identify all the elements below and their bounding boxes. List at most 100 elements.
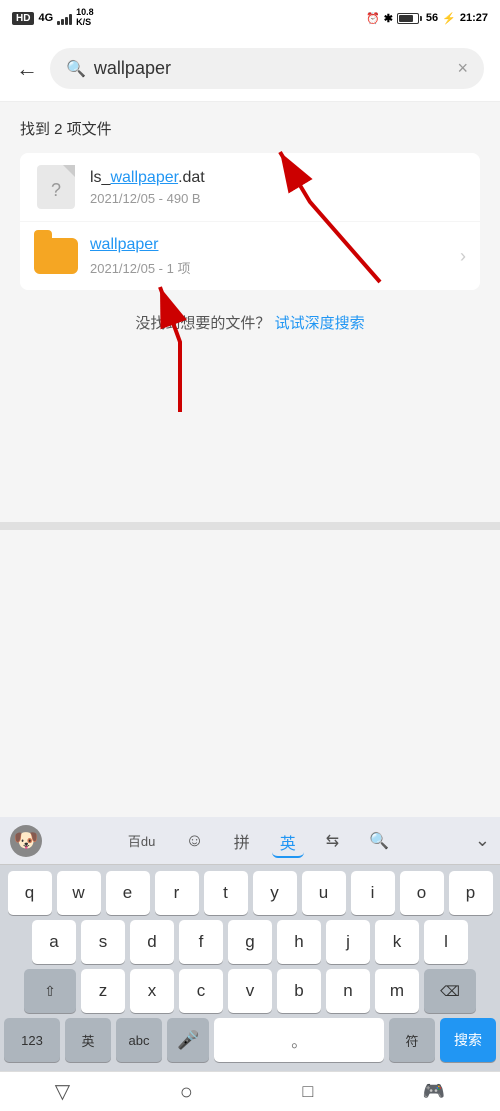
battery-percent: 56 — [426, 12, 438, 24]
bottom-nav: ▽ ○ □ 🎮 — [0, 1071, 500, 1111]
toolbar-left: 🐶 — [10, 825, 42, 857]
keyboard-avatar: 🐶 — [10, 825, 42, 857]
status-left: HD 4G 10.8K/S — [12, 8, 94, 28]
game-icon[interactable]: 🎮 — [423, 1081, 445, 1102]
avatar-icon: 🐶 — [14, 828, 39, 853]
key-row-2: a s d f g h j k l — [4, 920, 496, 964]
key-space[interactable]: 。 — [214, 1018, 384, 1062]
key-row-3: ⇧ z x c v b n m ⌫ — [4, 969, 496, 1013]
key-z[interactable]: z — [81, 969, 125, 1013]
key-b[interactable]: b — [277, 969, 321, 1013]
key-h[interactable]: h — [277, 920, 321, 964]
key-j[interactable]: j — [326, 920, 370, 964]
file-meta-folder: 2021/12/05 - 1 项 — [90, 258, 460, 277]
key-lang[interactable]: 英 — [65, 1018, 111, 1062]
search-input[interactable]: wallpaper — [94, 58, 450, 79]
file-meta-dat: 2021/12/05 - 490 B — [90, 191, 466, 206]
key-m[interactable]: m — [375, 969, 419, 1013]
key-k[interactable]: k — [375, 920, 419, 964]
key-e[interactable]: e — [106, 871, 150, 915]
key-u[interactable]: u — [302, 871, 346, 915]
filename-suffix: .dat — [178, 169, 205, 186]
key-l[interactable]: l — [424, 920, 468, 964]
key-d[interactable]: d — [130, 920, 174, 964]
key-i[interactable]: i — [351, 871, 395, 915]
keyboard-body: q w e r t y u i o p a s d f g h j k l ⇧ … — [0, 865, 500, 1071]
key-row-4: 123 英 abc 🎤 。 符 搜索 — [4, 1018, 496, 1062]
battery-body — [397, 13, 419, 24]
section-divider — [0, 522, 500, 530]
key-shift[interactable]: ⇧ — [24, 969, 76, 1013]
chevron-right-icon: › — [460, 246, 466, 267]
toolbar-emoji[interactable]: ☺ — [177, 824, 211, 857]
key-o[interactable]: o — [400, 871, 444, 915]
key-abc[interactable]: abc — [116, 1018, 162, 1062]
charging-icon: ⚡ — [442, 12, 456, 25]
search-header: ← 🔍 wallpaper × — [0, 36, 500, 102]
file-icon-folder-container — [34, 234, 78, 278]
file-name-folder: wallpaper — [90, 236, 460, 254]
search-box[interactable]: 🔍 wallpaper × — [50, 48, 484, 89]
collapse-icon[interactable]: ⌄ — [475, 830, 490, 851]
key-123[interactable]: 123 — [4, 1018, 60, 1062]
key-p[interactable]: p — [449, 871, 493, 915]
file-info-folder: wallpaper 2021/12/05 - 1 项 — [90, 236, 460, 277]
signal-bar-2 — [61, 19, 64, 25]
key-a[interactable]: a — [32, 920, 76, 964]
status-bar: HD 4G 10.8K/S ⏰ ✱ 56 ⚡ 21:27 — [0, 0, 500, 36]
keyboard-toolbar: 🐶 百du ☺ 拼 英 ⇆ 🔍 ⌄ — [0, 817, 500, 865]
back-button[interactable]: ← — [16, 56, 38, 82]
hd-badge: HD — [12, 12, 34, 25]
battery-tip — [420, 16, 422, 21]
filename-prefix: ls_ — [90, 169, 110, 186]
key-w[interactable]: w — [57, 871, 101, 915]
toolbar-switch[interactable]: ⇆ — [318, 825, 347, 857]
network-type: 4G — [38, 12, 53, 24]
nav-home-button[interactable]: ○ — [180, 1079, 193, 1105]
toolbar-items: 百du ☺ 拼 英 ⇆ 🔍 — [120, 823, 397, 859]
result-count: 找到 2 项文件 — [20, 118, 480, 139]
signal-bar-3 — [65, 17, 68, 25]
deep-search-text: 没找到想要的文件？ — [135, 315, 270, 332]
clear-button[interactable]: × — [457, 58, 468, 79]
key-t[interactable]: t — [204, 871, 248, 915]
toolbar-search[interactable]: 🔍 — [361, 825, 397, 857]
key-y[interactable]: y — [253, 871, 297, 915]
key-x[interactable]: x — [130, 969, 174, 1013]
key-s[interactable]: s — [81, 920, 125, 964]
deep-search-hint: 没找到想要的文件？ 试试深度搜索 — [20, 292, 480, 343]
file-icon-dat: ? — [37, 165, 75, 209]
keyboard-section: 🐶 百du ☺ 拼 英 ⇆ 🔍 ⌄ q w e r t y u i o p — [0, 817, 500, 1111]
key-mic[interactable]: 🎤 — [167, 1018, 209, 1062]
file-item-folder[interactable]: wallpaper 2021/12/05 - 1 项 › — [20, 222, 480, 290]
key-v[interactable]: v — [228, 969, 272, 1013]
key-symbol[interactable]: 符 — [389, 1018, 435, 1062]
status-right: ⏰ ✱ 56 ⚡ 21:27 — [366, 12, 488, 25]
file-question-mark: ? — [51, 180, 61, 201]
signal-bar-4 — [69, 14, 72, 25]
file-name-dat: ls_wallpaper.dat — [90, 169, 466, 187]
toolbar-baidu[interactable]: 百du — [120, 825, 163, 856]
key-n[interactable]: n — [326, 969, 370, 1013]
key-search-action[interactable]: 搜索 — [440, 1018, 496, 1062]
key-c[interactable]: c — [179, 969, 223, 1013]
key-q[interactable]: q — [8, 871, 52, 915]
folder-name-highlight: wallpaper — [90, 236, 158, 253]
key-delete[interactable]: ⌫ — [424, 969, 476, 1013]
battery-icon — [397, 13, 422, 24]
deep-search-link[interactable]: 试试深度搜索 — [275, 315, 365, 332]
key-g[interactable]: g — [228, 920, 272, 964]
key-f[interactable]: f — [179, 920, 223, 964]
nav-recents-button[interactable]: □ — [302, 1081, 313, 1102]
toolbar-pinyin[interactable]: 拼 — [226, 823, 258, 859]
file-info-dat: ls_wallpaper.dat 2021/12/05 - 490 B — [90, 169, 466, 206]
toolbar-english[interactable]: 英 — [272, 824, 304, 858]
file-item-dat[interactable]: ? ls_wallpaper.dat 2021/12/05 - 490 B — [20, 153, 480, 221]
toolbar-right: ⌄ — [475, 830, 490, 851]
signal-bars — [57, 11, 72, 25]
network-speed: 10.8K/S — [76, 8, 94, 28]
signal-bar-1 — [57, 21, 60, 25]
key-r[interactable]: r — [155, 871, 199, 915]
nav-back-button[interactable]: ▽ — [55, 1079, 70, 1104]
key-row-1: q w e r t y u i o p — [4, 871, 496, 915]
